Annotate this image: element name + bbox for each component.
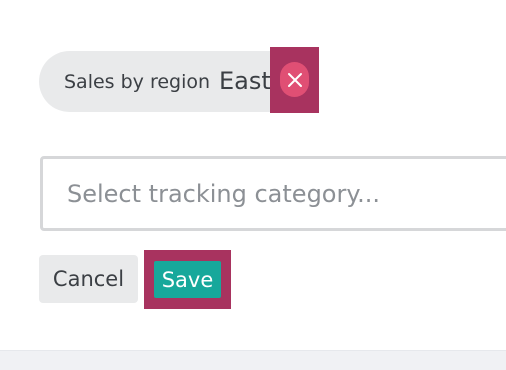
footer-band [0, 350, 506, 370]
close-icon [287, 72, 302, 87]
select-placeholder: Select tracking category... [67, 180, 381, 208]
save-highlight: Save [144, 250, 231, 309]
cancel-button[interactable]: Cancel [39, 255, 138, 303]
chip-value-label: East [219, 67, 271, 95]
tracking-category-select[interactable]: Select tracking category... [40, 156, 506, 231]
chip-category-label: Sales by region [64, 71, 211, 93]
remove-highlight [270, 47, 319, 113]
save-button[interactable]: Save [154, 261, 221, 298]
remove-chip-button[interactable] [280, 62, 309, 97]
filter-chip: Sales by region East [39, 51, 301, 112]
